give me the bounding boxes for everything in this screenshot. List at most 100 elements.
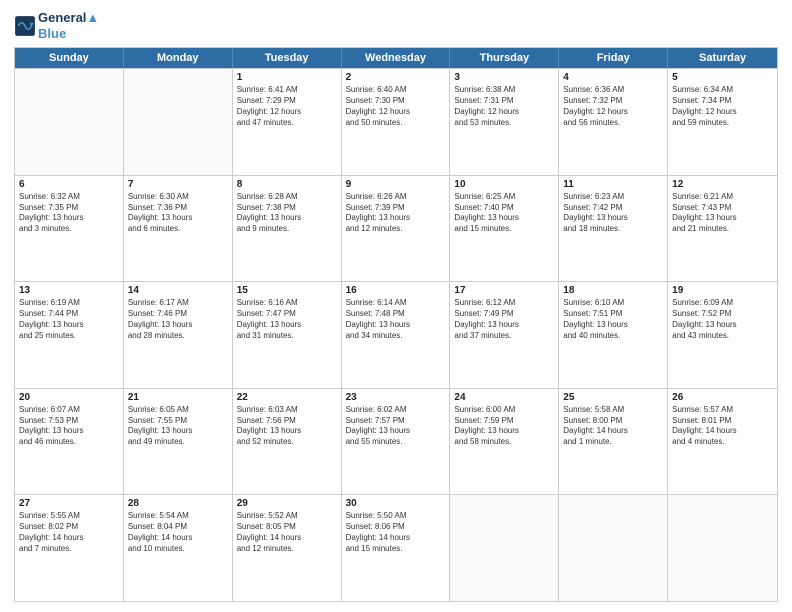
cell-day-number: 21 [128, 392, 228, 403]
cell-info: Sunrise: 6:40 AM Sunset: 7:30 PM Dayligh… [346, 85, 446, 128]
cal-cell-21: 21 Sunrise: 6:05 AM Sunset: 7:55 PM Dayli… [124, 389, 233, 495]
cal-cell-1: 1 Sunrise: 6:41 AM Sunset: 7:29 PM Daylig… [233, 69, 342, 175]
logo-line1: General▲ [38, 10, 99, 26]
header-cell-tuesday: Tuesday [233, 48, 342, 68]
cell-info: Sunrise: 6:10 AM Sunset: 7:51 PM Dayligh… [563, 298, 663, 341]
cal-cell-29: 29Sunrise: 5:52 AM Sunset: 8:05 PM Dayli… [233, 495, 342, 601]
page: General▲ Blue SundayMondayTuesdayWednesd… [0, 0, 792, 612]
cell-info: Sunrise: 6:16 AM Sunset: 7:47 PM Dayligh… [237, 298, 337, 341]
cell-info: Sunrise: 5:55 AM Sunset: 8:02 PM Dayligh… [19, 511, 119, 554]
cal-cell-24: 24 Sunrise: 6:00 AM Sunset: 7:59 PM Dayli… [450, 389, 559, 495]
cell-info: Sunrise: 6:41 AM Sunset: 7:29 PM Dayligh… [237, 85, 337, 128]
cell-day-number: 24 [454, 392, 554, 403]
header: General▲ Blue [14, 10, 778, 41]
cell-info: Sunrise: 6:09 AM Sunset: 7:52 PM Dayligh… [672, 298, 773, 341]
header-cell-saturday: Saturday [668, 48, 777, 68]
cell-day-number: 19 [672, 285, 773, 296]
cal-cell-15: 15 Sunrise: 6:16 AM Sunset: 7:47 PM Dayli… [233, 282, 342, 388]
cal-cell-10: 10 Sunrise: 6:25 AM Sunset: 7:40 PM Dayli… [450, 176, 559, 282]
cal-cell-28: 28 Sunrise: 5:54 AM Sunset: 8:04 PM Dayli… [124, 495, 233, 601]
cell-day-number: 16 [346, 285, 446, 296]
cell-day-number: 6 [19, 179, 119, 190]
cal-cell-3: 3 Sunrise: 6:38 AM Sunset: 7:31 PM Daylig… [450, 69, 559, 175]
cal-cell-30: 30 Sunrise: 5:50 AM Sunset: 8:06 PM Dayli… [342, 495, 451, 601]
cell-info: Sunrise: 6:17 AM Sunset: 7:46 PM Dayligh… [128, 298, 228, 341]
cell-day-number: 25 [563, 392, 663, 403]
cal-cell-25: 25 Sunrise: 5:58 AM Sunset: 8:00 PM Dayli… [559, 389, 668, 495]
logo-text: General▲ Blue [38, 10, 99, 41]
cell-day-number: 28 [128, 498, 228, 509]
cell-info: Sunrise: 6:19 AM Sunset: 7:44 PM Dayligh… [19, 298, 119, 341]
cell-info: Sunrise: 5:54 AM Sunset: 8:04 PM Dayligh… [128, 511, 228, 554]
cell-info: Sunrise: 5:58 AM Sunset: 8:00 PM Dayligh… [563, 405, 663, 448]
cell-day-number: 4 [563, 72, 663, 83]
cal-cell-empty-w4c4 [450, 495, 559, 601]
cell-info: Sunrise: 6:05 AM Sunset: 7:55 PM Dayligh… [128, 405, 228, 448]
cal-cell-5: 5 Sunrise: 6:34 AM Sunset: 7:34 PM Daylig… [668, 69, 777, 175]
cell-day-number: 22 [237, 392, 337, 403]
week-row-3: 13 Sunrise: 6:19 AM Sunset: 7:44 PM Dayli… [15, 281, 777, 388]
cal-cell-empty-w4c5 [559, 495, 668, 601]
cell-day-number: 9 [346, 179, 446, 190]
header-cell-wednesday: Wednesday [342, 48, 451, 68]
cell-info: Sunrise: 6:14 AM Sunset: 7:48 PM Dayligh… [346, 298, 446, 341]
cal-cell-8: 8Sunrise: 6:28 AM Sunset: 7:38 PM Daylig… [233, 176, 342, 282]
cell-day-number: 2 [346, 72, 446, 83]
cell-day-number: 8 [237, 179, 337, 190]
calendar-header: SundayMondayTuesdayWednesdayThursdayFrid… [15, 48, 777, 68]
cell-info: Sunrise: 6:38 AM Sunset: 7:31 PM Dayligh… [454, 85, 554, 128]
week-row-2: 6 Sunrise: 6:32 AM Sunset: 7:35 PM Daylig… [15, 175, 777, 282]
header-cell-sunday: Sunday [15, 48, 124, 68]
cell-day-number: 18 [563, 285, 663, 296]
cal-cell-23: 23Sunrise: 6:02 AM Sunset: 7:57 PM Dayli… [342, 389, 451, 495]
cal-cell-4: 4 Sunrise: 6:36 AM Sunset: 7:32 PM Daylig… [559, 69, 668, 175]
logo-line2: Blue [38, 26, 99, 42]
cell-day-number: 27 [19, 498, 119, 509]
cell-day-number: 13 [19, 285, 119, 296]
cell-day-number: 30 [346, 498, 446, 509]
cell-day-number: 3 [454, 72, 554, 83]
cal-cell-7: 7Sunrise: 6:30 AM Sunset: 7:36 PM Daylig… [124, 176, 233, 282]
cell-info: Sunrise: 5:52 AM Sunset: 8:05 PM Dayligh… [237, 511, 337, 554]
cal-cell-19: 19 Sunrise: 6:09 AM Sunset: 7:52 PM Dayli… [668, 282, 777, 388]
cell-day-number: 1 [237, 72, 337, 83]
cell-info: Sunrise: 6:00 AM Sunset: 7:59 PM Dayligh… [454, 405, 554, 448]
header-cell-monday: Monday [124, 48, 233, 68]
cell-day-number: 15 [237, 285, 337, 296]
cell-day-number: 5 [672, 72, 773, 83]
calendar: SundayMondayTuesdayWednesdayThursdayFrid… [14, 47, 778, 602]
cal-cell-26: 26Sunrise: 5:57 AM Sunset: 8:01 PM Dayli… [668, 389, 777, 495]
cell-info: Sunrise: 6:07 AM Sunset: 7:53 PM Dayligh… [19, 405, 119, 448]
cell-info: Sunrise: 6:32 AM Sunset: 7:35 PM Dayligh… [19, 192, 119, 235]
cal-cell-27: 27 Sunrise: 5:55 AM Sunset: 8:02 PM Dayli… [15, 495, 124, 601]
cal-cell-14: 14 Sunrise: 6:17 AM Sunset: 7:46 PM Dayli… [124, 282, 233, 388]
cell-day-number: 23 [346, 392, 446, 403]
cell-day-number: 14 [128, 285, 228, 296]
cal-cell-22: 22 Sunrise: 6:03 AM Sunset: 7:56 PM Dayli… [233, 389, 342, 495]
cal-cell-16: 16 Sunrise: 6:14 AM Sunset: 7:48 PM Dayli… [342, 282, 451, 388]
cell-day-number: 20 [19, 392, 119, 403]
cell-info: Sunrise: 5:57 AM Sunset: 8:01 PM Dayligh… [672, 405, 773, 448]
cal-cell-13: 13 Sunrise: 6:19 AM Sunset: 7:44 PM Dayli… [15, 282, 124, 388]
header-cell-thursday: Thursday [450, 48, 559, 68]
logo-icon [14, 15, 36, 37]
cell-info: Sunrise: 5:50 AM Sunset: 8:06 PM Dayligh… [346, 511, 446, 554]
cell-day-number: 10 [454, 179, 554, 190]
cell-info: Sunrise: 6:25 AM Sunset: 7:40 PM Dayligh… [454, 192, 554, 235]
cell-info: Sunrise: 6:03 AM Sunset: 7:56 PM Dayligh… [237, 405, 337, 448]
cal-cell-empty-w4c6 [668, 495, 777, 601]
cal-cell-2: 2 Sunrise: 6:40 AM Sunset: 7:30 PM Daylig… [342, 69, 451, 175]
header-cell-friday: Friday [559, 48, 668, 68]
cell-info: Sunrise: 6:36 AM Sunset: 7:32 PM Dayligh… [563, 85, 663, 128]
cell-info: Sunrise: 6:30 AM Sunset: 7:36 PM Dayligh… [128, 192, 228, 235]
cell-day-number: 17 [454, 285, 554, 296]
logo: General▲ Blue [14, 10, 99, 41]
cal-cell-empty-w0c0 [15, 69, 124, 175]
cell-info: Sunrise: 6:21 AM Sunset: 7:43 PM Dayligh… [672, 192, 773, 235]
cal-cell-12: 12 Sunrise: 6:21 AM Sunset: 7:43 PM Dayli… [668, 176, 777, 282]
calendar-body: 1 Sunrise: 6:41 AM Sunset: 7:29 PM Daylig… [15, 68, 777, 601]
cell-info: Sunrise: 6:23 AM Sunset: 7:42 PM Dayligh… [563, 192, 663, 235]
cal-cell-17: 17Sunrise: 6:12 AM Sunset: 7:49 PM Dayli… [450, 282, 559, 388]
cell-info: Sunrise: 6:34 AM Sunset: 7:34 PM Dayligh… [672, 85, 773, 128]
cell-day-number: 12 [672, 179, 773, 190]
